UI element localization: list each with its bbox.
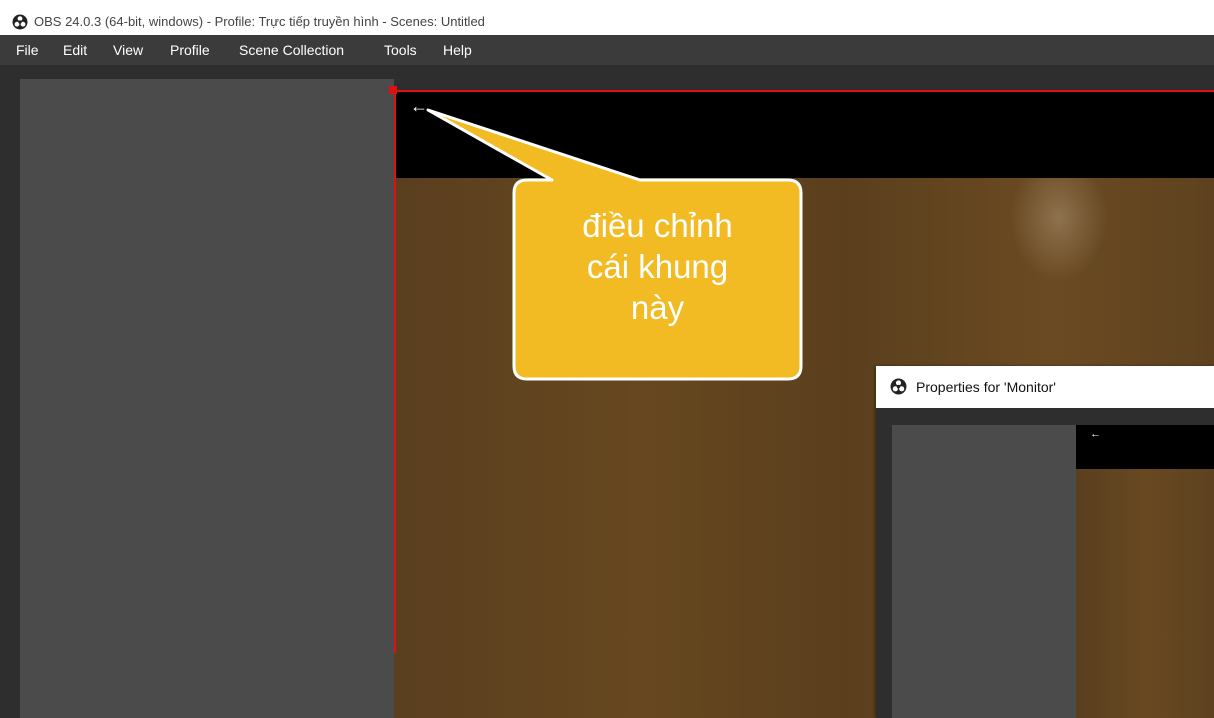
preview-top-band (394, 91, 1214, 178)
properties-dialog: Properties for 'Monitor' ← (876, 366, 1214, 718)
back-arrow-icon: ← (410, 96, 428, 116)
back-arrow-icon: ← (1090, 428, 1101, 440)
properties-left-panel (892, 425, 1076, 718)
window-title: OBS 24.0.3 (64-bit, windows) - Profile: … (34, 14, 485, 29)
properties-title: Properties for 'Monitor' (916, 379, 1056, 395)
menu-file[interactable]: File (16, 41, 39, 59)
resize-handle-top-left[interactable] (389, 86, 397, 94)
obs-logo-icon (12, 14, 28, 30)
menu-bar: File Edit View Profile Scene Collection … (0, 35, 1214, 65)
title-bar: OBS 24.0.3 (64-bit, windows) - Profile: … (0, 0, 1214, 35)
left-panel (20, 79, 394, 718)
menu-view[interactable]: View (113, 41, 143, 59)
obs-logo-icon (890, 378, 907, 395)
menu-tools[interactable]: Tools (384, 41, 417, 59)
menu-scene-collection[interactable]: Scene Collection (239, 41, 344, 59)
menu-help[interactable]: Help (443, 41, 472, 59)
menu-profile[interactable]: Profile (170, 41, 210, 59)
properties-preview-canvas (1076, 469, 1214, 718)
properties-title-bar[interactable]: Properties for 'Monitor' (876, 366, 1214, 408)
menu-edit[interactable]: Edit (63, 41, 87, 59)
obs-window: OBS 24.0.3 (64-bit, windows) - Profile: … (0, 0, 1214, 718)
